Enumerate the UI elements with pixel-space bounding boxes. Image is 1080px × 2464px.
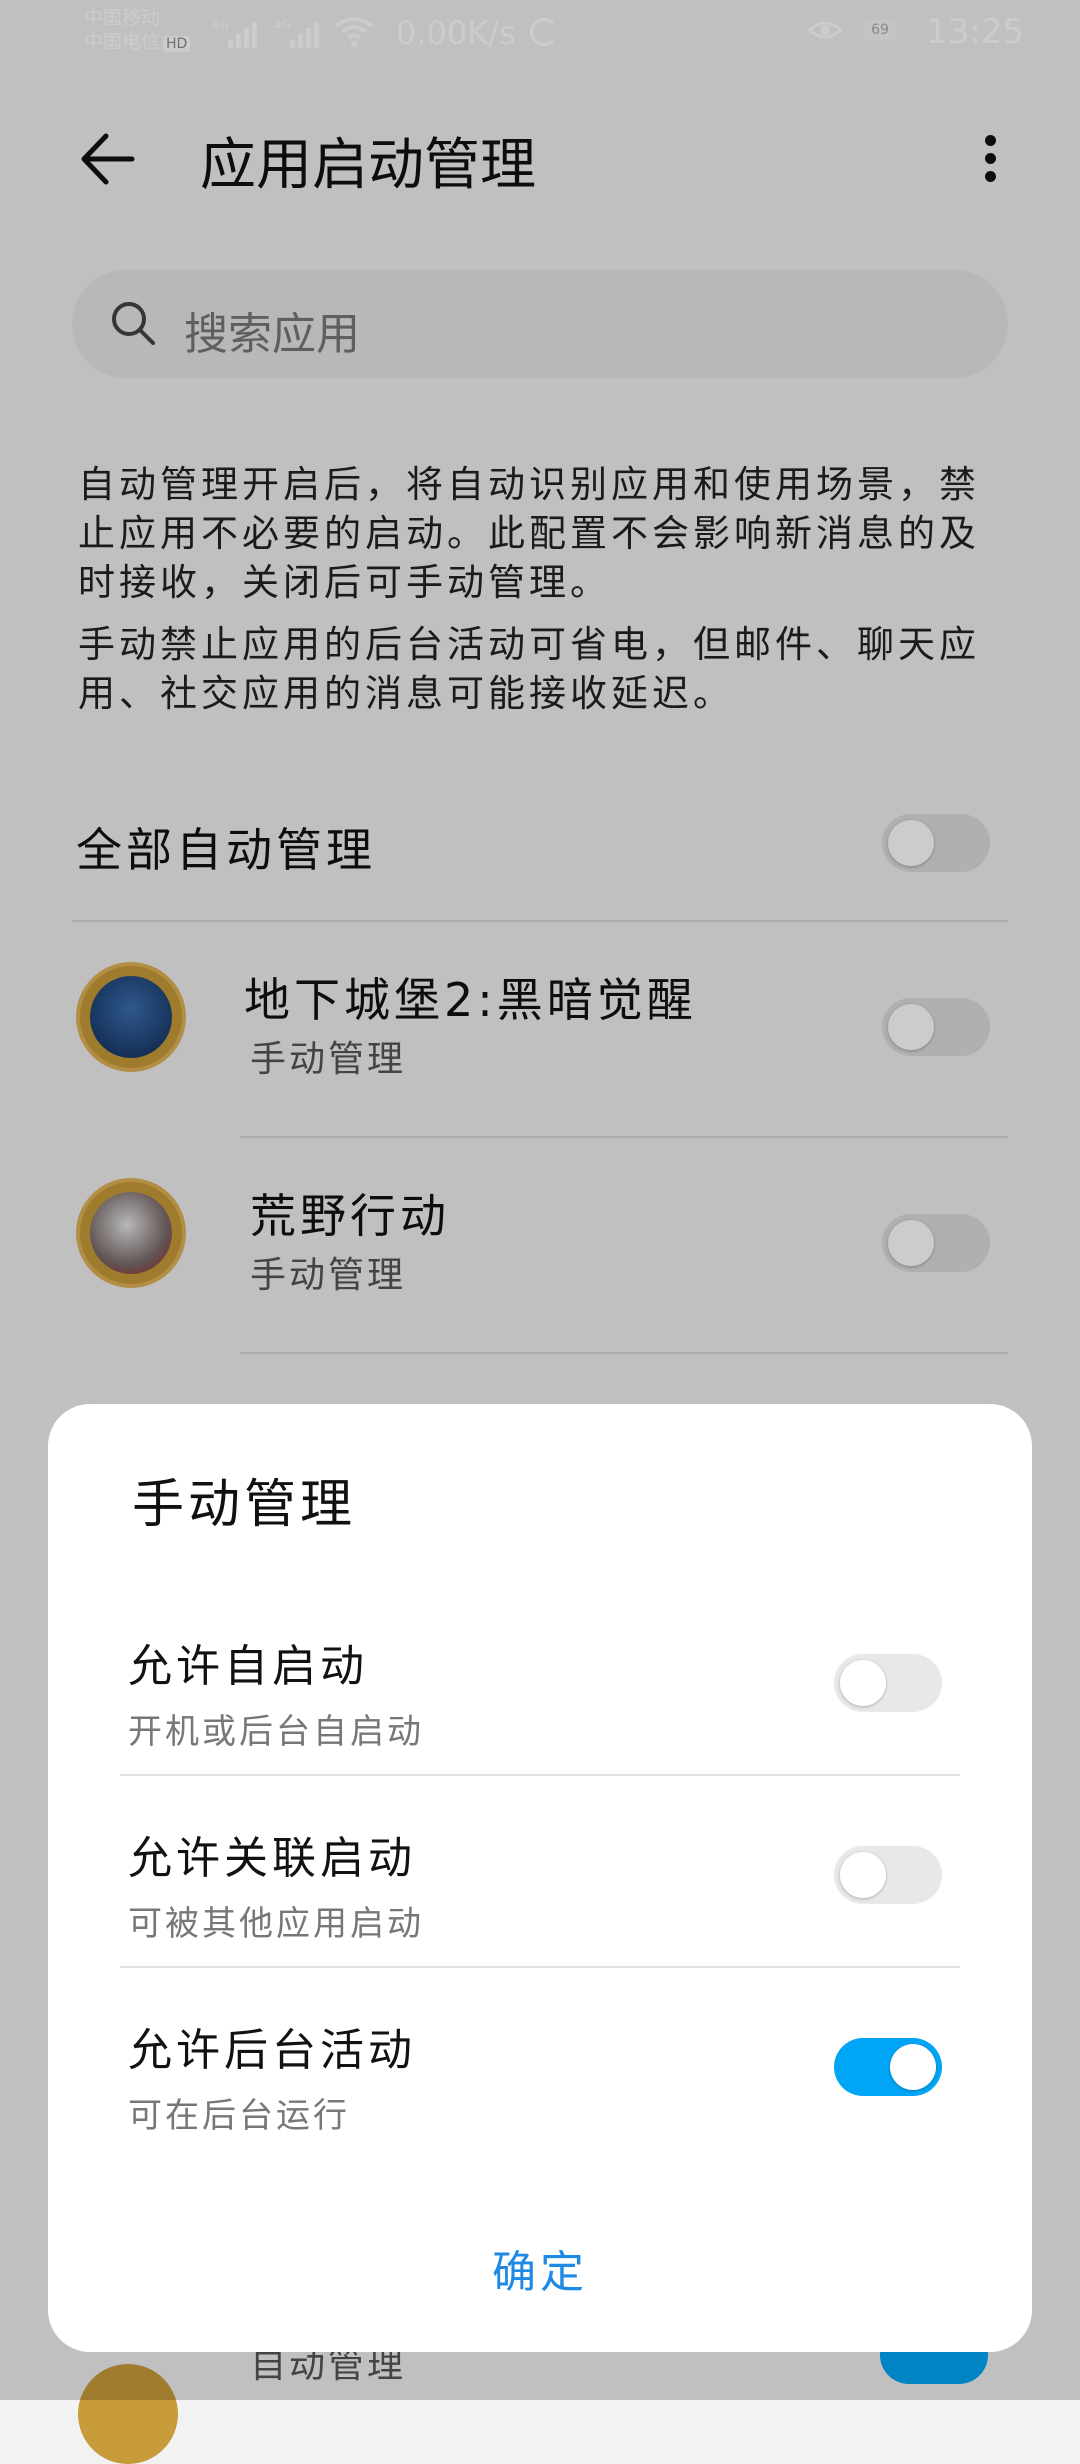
- app-launch-screen: 中国移动 中国电信 HD 4G 4G 0.00K/s 69 13:25 应用启动管…: [0, 0, 1080, 2464]
- option-label: 允许关联启动: [128, 1833, 416, 1884]
- dialog-title: 手动管理: [132, 1475, 357, 1535]
- option-label: 允许后台活动: [128, 2025, 416, 2076]
- allow-associated-launch-toggle[interactable]: [834, 1846, 942, 1904]
- divider: [120, 1774, 960, 1776]
- option-description: 开机或后台自启动: [128, 1712, 424, 1752]
- option-allow-associated-launch[interactable]: 允许关联启动 可被其他应用启动: [120, 1788, 960, 1980]
- option-allow-background-activity[interactable]: 允许后台活动 可在后台运行: [120, 1980, 960, 2172]
- allow-auto-launch-toggle[interactable]: [834, 1654, 942, 1712]
- option-description: 可被其他应用启动: [128, 1904, 424, 1944]
- confirm-button[interactable]: 确定: [48, 2236, 1032, 2300]
- option-allow-auto-launch[interactable]: 允许自启动 开机或后台自启动: [120, 1596, 960, 1788]
- allow-background-activity-toggle[interactable]: [834, 2038, 942, 2096]
- divider: [120, 1966, 960, 1968]
- option-description: 可在后台运行: [128, 2096, 350, 2136]
- manual-manage-dialog: 手动管理 允许自启动 开机或后台自启动 允许关联启动 可被其他应用启动 允许后台…: [48, 1404, 1032, 2352]
- option-label: 允许自启动: [128, 1641, 368, 1692]
